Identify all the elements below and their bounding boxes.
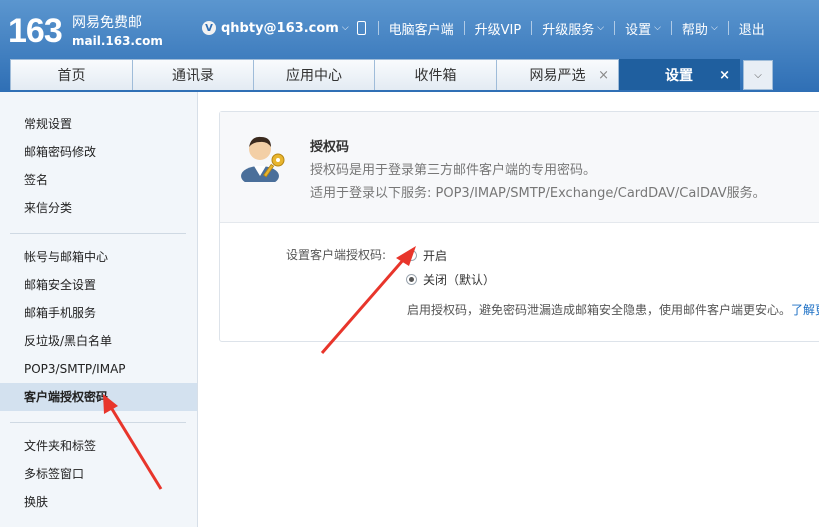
panel-description-services: 适用于登录以下服务: POP3/IMAP/SMTP/Exchange/CardD… xyxy=(310,186,766,201)
desktop-client-link[interactable]: 电脑客户端 xyxy=(389,19,454,38)
logout-link[interactable]: 退出 xyxy=(739,19,765,38)
upgrade-vip-link[interactable]: 升级VIP xyxy=(475,19,522,38)
panel-header: 授权码 授权码是用于登录第三方邮件客户端的专用密码。 适用于登录以下服务: PO… xyxy=(220,112,819,223)
disable-option-label: 关闭（默认） xyxy=(423,273,496,287)
settings-menu-label: 设置 xyxy=(625,22,652,38)
settings-sidebar: 常规设置 邮箱密码修改 签名 来信分类 帐号与邮箱中心 邮箱安全设置 邮箱手机服… xyxy=(0,92,198,527)
chevron-down-icon: ⌵ xyxy=(597,23,605,33)
mobile-phone-icon[interactable] xyxy=(356,21,366,35)
panel-description: 授权码是用于登录第三方邮件客户端的专用密码。 xyxy=(310,163,597,178)
tab-yanxuan[interactable]: 网易严选 × xyxy=(497,59,619,90)
account-menu[interactable]: qhbty@163.com ⌵ xyxy=(221,21,349,36)
settings-menu[interactable]: 设置 ⌵ xyxy=(625,19,661,38)
sidebar-item-skin[interactable]: 换肤 xyxy=(0,488,197,516)
disable-radio[interactable] xyxy=(406,274,417,285)
divider xyxy=(531,21,533,35)
tab-app-center[interactable]: 应用中心 xyxy=(254,59,375,90)
sidebar-item-pop3-smtp-imap[interactable]: POP3/SMTP/IMAP xyxy=(0,355,197,383)
tab-bar: 首页 通讯录 应用中心 收件箱 网易严选 × 设置 × ⌵ xyxy=(10,58,773,90)
top-links-bar: V qhbty@163.com ⌵ 电脑客户端 升级VIP 升级服务 ⌵ 设置 … xyxy=(202,16,765,40)
sidebar-item-account-center[interactable]: 帐号与邮箱中心 xyxy=(0,243,197,271)
sidebar-item-folders-labels[interactable]: 文件夹和标签 xyxy=(0,432,197,460)
enable-auth-code-option[interactable]: 开启 xyxy=(406,247,447,264)
tab-label: 首页 xyxy=(57,68,86,84)
divider xyxy=(463,21,465,35)
tab-inbox[interactable]: 收件箱 xyxy=(375,59,497,90)
tab-overflow-dropdown[interactable]: ⌵ xyxy=(743,60,773,90)
hint-body: 启用授权码，避免密码泄漏造成邮箱安全隐患，使用邮件客户端更安心。 xyxy=(407,303,792,317)
tab-label: 网易严选 xyxy=(529,68,586,84)
account-email: qhbty@163.com xyxy=(221,20,339,36)
auth-code-panel: 授权码 授权码是用于登录第三方邮件客户端的专用密码。 适用于登录以下服务: PO… xyxy=(219,111,819,342)
close-icon[interactable]: × xyxy=(719,68,730,83)
chevron-down-icon: ⌵ xyxy=(754,69,762,81)
header-bar: 163 网易免费邮 mail.163.com V qhbty@163.com ⌵… xyxy=(0,0,819,92)
close-icon[interactable]: × xyxy=(598,68,609,83)
tab-label: 收件箱 xyxy=(414,68,457,84)
tab-label: 通讯录 xyxy=(172,68,214,84)
sidebar-item-client-auth-code[interactable]: 客户端授权密码 xyxy=(0,383,197,411)
learn-more-link[interactable]: 了解更多 xyxy=(791,303,819,317)
logo-text: 网易免费邮 xyxy=(72,15,142,31)
help-menu-label: 帮助 xyxy=(681,22,708,38)
upgrade-service-menu[interactable]: 升级服务 ⌵ xyxy=(542,19,604,38)
help-menu[interactable]: 帮助 ⌵ xyxy=(682,19,718,38)
tab-label: 设置 xyxy=(665,68,693,84)
sidebar-item-general[interactable]: 常规设置 xyxy=(0,110,197,138)
sidebar-item-antispam[interactable]: 反垃圾/黑白名单 xyxy=(0,327,197,355)
hint-text: 启用授权码，避免密码泄漏造成邮箱安全隐患，使用邮件客户端更安心。了解更多 xyxy=(407,301,819,318)
chevron-down-icon: ⌵ xyxy=(654,23,661,33)
disable-auth-code-option[interactable]: 关闭（默认） xyxy=(406,271,495,288)
tab-contacts[interactable]: 通讯录 xyxy=(133,59,254,90)
sidebar-item-multi-tab[interactable]: 多标签窗口 xyxy=(0,460,197,488)
sidebar-item-mail-filter[interactable]: 来信分类 xyxy=(0,194,197,222)
vip-badge-icon: V xyxy=(202,21,216,35)
divider xyxy=(377,21,379,35)
enable-radio[interactable] xyxy=(406,250,417,261)
sidebar-item-signature[interactable]: 签名 xyxy=(0,166,197,194)
tab-settings[interactable]: 设置 × xyxy=(619,59,740,90)
chevron-down-icon: ⌵ xyxy=(341,23,349,33)
logo-domain: mail.163.com xyxy=(72,34,163,48)
upgrade-service-label: 升级服务 xyxy=(542,22,595,38)
sidebar-item-mobile-service[interactable]: 邮箱手机服务 xyxy=(0,299,197,327)
panel-title: 授权码 xyxy=(310,140,350,155)
divider xyxy=(614,21,616,35)
logo-number: 163 xyxy=(8,12,63,50)
chevron-down-icon: ⌵ xyxy=(710,23,718,33)
sidebar-divider xyxy=(10,422,186,423)
divider xyxy=(727,21,729,35)
setting-label: 设置客户端授权码: xyxy=(286,248,387,262)
sidebar-divider xyxy=(10,233,186,234)
enable-option-label: 开启 xyxy=(423,249,448,263)
divider xyxy=(670,21,672,35)
tab-label: 应用中心 xyxy=(286,68,342,84)
user-key-icon xyxy=(241,136,285,182)
sidebar-item-security[interactable]: 邮箱安全设置 xyxy=(0,271,197,299)
sidebar-item-password[interactable]: 邮箱密码修改 xyxy=(0,138,197,166)
tab-home[interactable]: 首页 xyxy=(10,59,133,90)
